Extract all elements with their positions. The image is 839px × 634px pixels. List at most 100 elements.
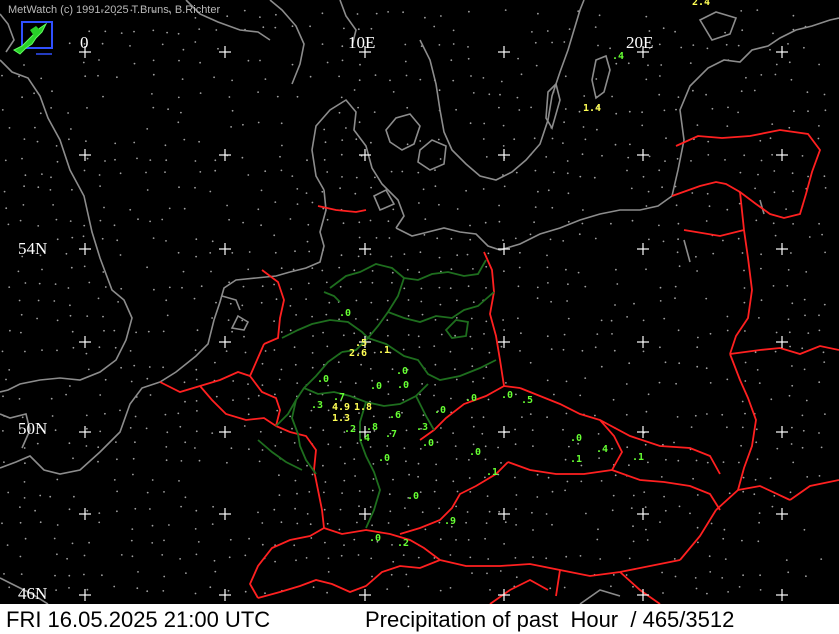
station-dot: [146, 266, 149, 269]
precip-value: .0: [369, 533, 382, 544]
station-dot: [5, 207, 8, 210]
station-dot: [419, 393, 421, 396]
station-dot: [499, 570, 502, 572]
station-dot: [403, 447, 406, 450]
station-dot: [438, 507, 440, 510]
station-dot: [370, 301, 373, 304]
copyright-credit: MetWatch (c) 1991-2025 T.Bruns, B.Richte…: [8, 4, 221, 16]
station-dot: [391, 281, 393, 284]
station-dot: [103, 329, 105, 332]
station-dot: [600, 480, 603, 482]
station-dot: [434, 383, 436, 386]
station-dot: [705, 367, 708, 370]
station-dot: [601, 154, 603, 157]
station-dot: [24, 350, 26, 353]
station-dot: [521, 416, 523, 418]
station-dot: [455, 458, 458, 460]
station-dot: [66, 557, 68, 560]
station-dot: [178, 59, 180, 62]
station-dot: [674, 575, 677, 578]
station-dot: [673, 441, 675, 444]
station-dot: [482, 138, 485, 140]
precip-value: 4.9: [332, 402, 351, 413]
station-dot: [514, 237, 517, 240]
station-dot: [339, 446, 342, 449]
station-dot: [658, 169, 661, 172]
station-dot: [564, 75, 567, 78]
station-dot: [707, 140, 710, 143]
station-dot: [565, 268, 567, 271]
station-dot: [289, 329, 292, 332]
station-dot: [695, 255, 697, 258]
station-dot: [244, 554, 247, 557]
precip-value: 1.3: [332, 413, 351, 424]
station-dot: [280, 122, 283, 125]
station-dot: [498, 510, 501, 513]
station-dot: [167, 108, 170, 111]
station-dot: [536, 286, 539, 289]
station-dot: [697, 336, 699, 339]
station-dot: [417, 335, 420, 338]
station-dot: [113, 479, 116, 481]
station-dot: [86, 509, 89, 512]
station-dot: [360, 363, 362, 366]
station-dot: [373, 351, 376, 354]
station-dot: [500, 80, 503, 83]
station-dot: [725, 43, 728, 46]
station-dot: [563, 586, 566, 589]
station-dot: [102, 315, 104, 318]
station-dot: [454, 445, 457, 447]
station-dot: [665, 458, 667, 461]
station-dot: [740, 444, 742, 447]
station-dot: [215, 29, 218, 31]
station-dot: [130, 380, 133, 383]
station-dot: [178, 480, 180, 482]
station-dot: [231, 109, 234, 112]
station-dot: [104, 378, 107, 381]
station-dot: [711, 107, 714, 110]
station-dot: [49, 189, 52, 191]
station-dot: [358, 221, 361, 224]
station-dot: [18, 299, 21, 302]
station-dot: [568, 445, 570, 448]
station-dot: [449, 554, 452, 556]
station-dot: [712, 252, 715, 255]
station-dot: [134, 415, 137, 418]
station-dot: [594, 26, 597, 28]
station-dot: [440, 15, 442, 17]
station-dot: [401, 411, 403, 414]
station-dot: [177, 32, 180, 35]
station-dot: [596, 333, 599, 335]
station-dot: [722, 461, 725, 463]
station-dot: [534, 206, 537, 209]
station-dot: [609, 47, 611, 50]
station-dot: [54, 429, 57, 432]
station-dot: [418, 202, 420, 204]
station-dot: [296, 188, 299, 190]
station-dot: [647, 393, 650, 396]
station-dot: [98, 174, 101, 176]
station-dot: [616, 283, 619, 285]
station-dot: [6, 544, 9, 546]
station-dot: [610, 222, 612, 225]
station-dot: [147, 330, 150, 333]
station-dot: [357, 28, 360, 31]
station-dot: [406, 106, 409, 109]
station-dot: [358, 505, 360, 508]
station-dot: [373, 111, 376, 113]
station-dot: [392, 208, 395, 211]
station-dot: [113, 329, 116, 332]
station-dot: [20, 573, 23, 575]
station-dot: [296, 95, 299, 98]
station-dot: [435, 463, 437, 466]
station-dot: [438, 203, 440, 206]
station-dot: [166, 431, 169, 434]
station-dot: [756, 458, 759, 461]
station-dot: [23, 185, 25, 188]
station-dot: [562, 428, 564, 431]
station-dot: [247, 59, 250, 62]
station-dot: [530, 106, 532, 109]
metwatch-logo-icon[interactable]: [12, 20, 56, 60]
station-dot: [85, 445, 88, 447]
station-dot: [69, 385, 71, 387]
